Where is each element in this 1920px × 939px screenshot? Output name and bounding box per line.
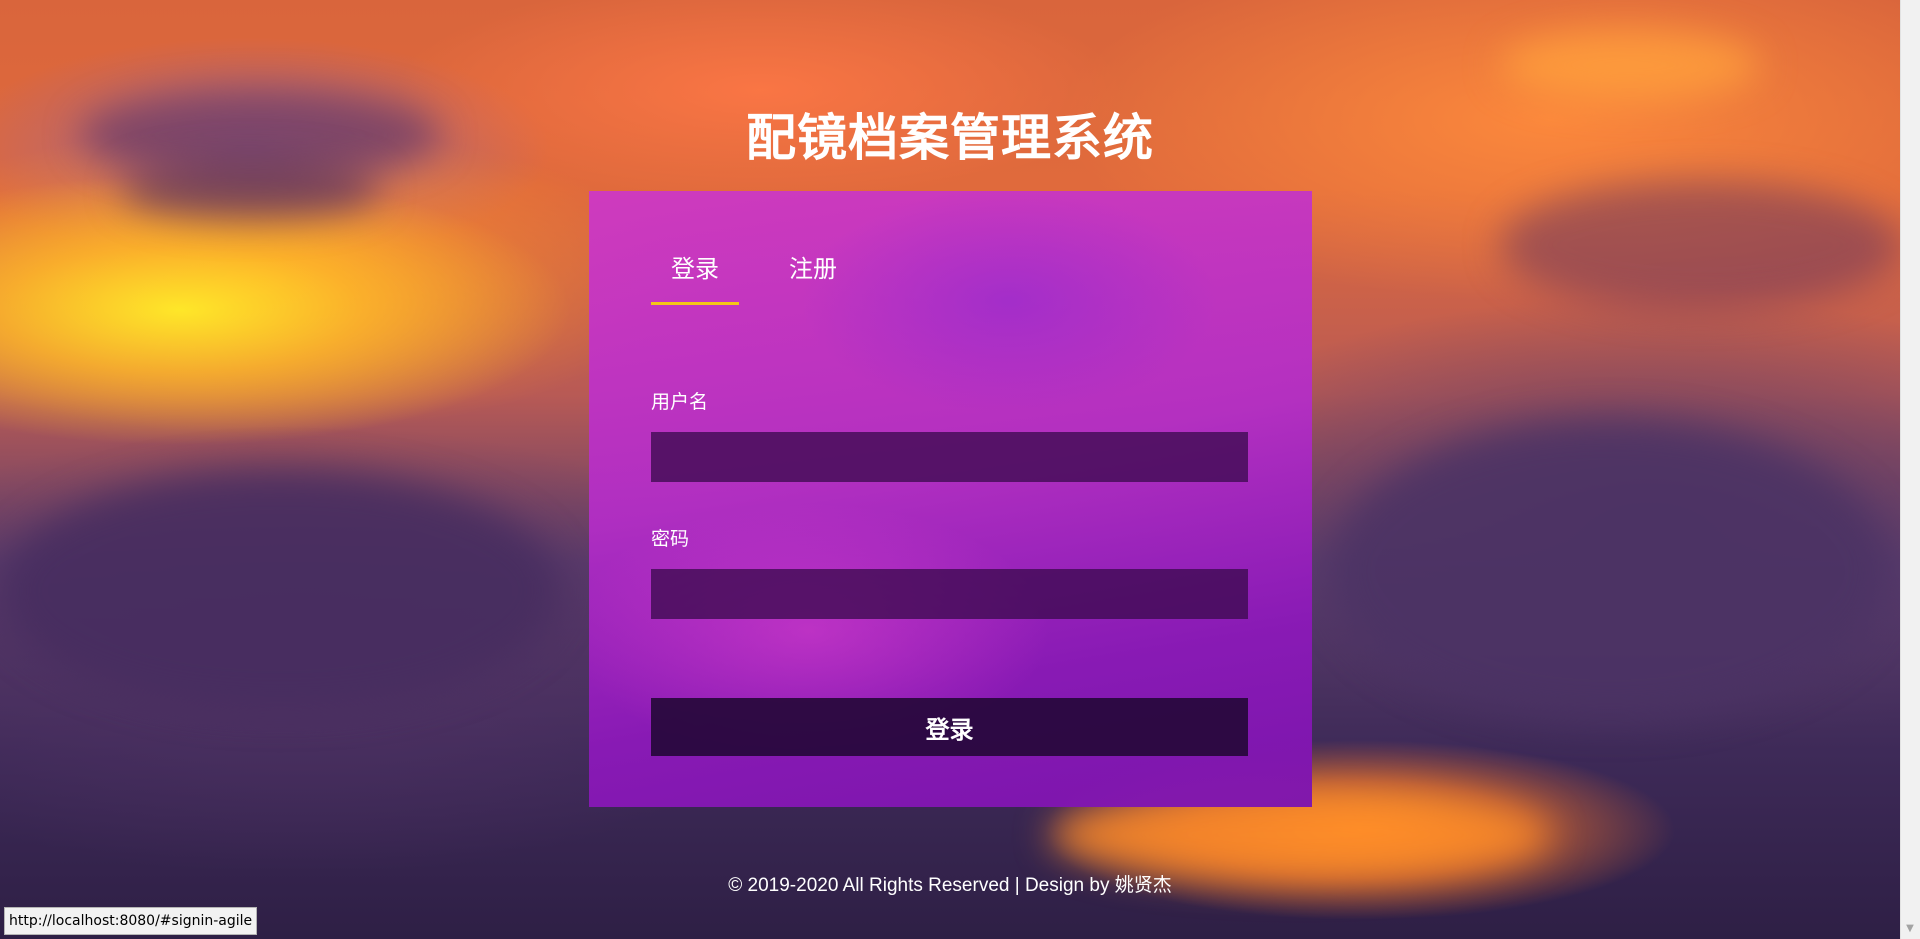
background-cloud — [1500, 30, 1760, 100]
username-label: 用户名 — [651, 391, 709, 413]
username-input[interactable] — [651, 432, 1248, 482]
auth-tabs: 登录 注册 — [651, 251, 887, 305]
background-cloud — [1330, 420, 1890, 720]
page-title: 配镜档案管理系统 — [746, 108, 1154, 167]
password-input[interactable] — [651, 569, 1248, 619]
tab-register[interactable]: 注册 — [769, 251, 857, 305]
login-card: 登录 注册 用户名 密码 登录 — [589, 191, 1312, 807]
background-cloud — [0, 470, 560, 710]
login-button[interactable]: 登录 — [651, 698, 1248, 756]
vertical-scrollbar[interactable]: ▼ — [1900, 0, 1920, 939]
status-bar-url: http://localhost:8080/#signin-agile — [4, 907, 258, 935]
background-cloud — [1500, 180, 1900, 310]
scroll-down-arrow-icon[interactable]: ▼ — [1900, 919, 1920, 939]
password-label: 密码 — [651, 528, 690, 550]
background-sky: 配镜档案管理系统 登录 注册 用户名 密码 登录 © 2019-2020 All… — [0, 0, 1920, 939]
tab-login[interactable]: 登录 — [651, 251, 739, 305]
footer-copyright: © 2019-2020 All Rights Reserved | Design… — [728, 875, 1172, 896]
